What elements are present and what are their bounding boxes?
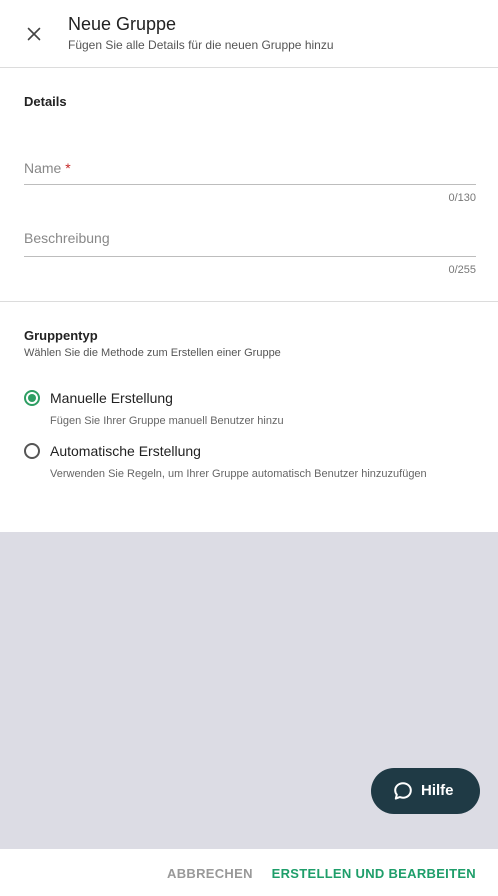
automatic-creation-radio[interactable] — [24, 443, 40, 459]
cancel-button[interactable]: ABBRECHEN — [167, 866, 253, 881]
manual-creation-label[interactable]: Manuelle Erstellung — [50, 390, 173, 406]
automatic-creation-label[interactable]: Automatische Erstellung — [50, 443, 201, 459]
automatic-creation-description: Verwenden Sie Regeln, um Ihrer Gruppe au… — [50, 468, 427, 480]
help-label: Hilfe — [421, 782, 454, 799]
group-type-subtitle: Wählen Sie die Methode zum Erstellen ein… — [24, 347, 281, 359]
panel-header: Neue Gruppe Fügen Sie alle Details für d… — [0, 0, 498, 68]
description-label: Beschreibung — [24, 230, 110, 246]
manual-creation-radio[interactable] — [24, 390, 40, 406]
group-type-title: Gruppentyp — [24, 328, 98, 343]
details-section-title: Details — [24, 94, 67, 109]
create-and-edit-button[interactable]: ERSTELLEN UND BEARBEITEN — [272, 866, 476, 881]
panel-footer: ABBRECHEN ERSTELLEN UND BEARBEITEN — [0, 849, 498, 896]
close-icon — [27, 27, 41, 41]
description-field[interactable]: Beschreibung — [24, 230, 110, 246]
help-button[interactable]: Hilfe — [371, 768, 480, 814]
name-char-counter: 0/130 — [448, 192, 476, 204]
description-field-underline — [24, 256, 476, 257]
manual-creation-description: Fügen Sie Ihrer Gruppe manuell Benutzer … — [50, 415, 284, 427]
section-divider — [0, 301, 498, 302]
page-title: Neue Gruppe — [68, 14, 177, 34]
required-marker: * — [65, 160, 71, 176]
name-field-underline — [24, 184, 476, 185]
description-char-counter: 0/255 — [448, 264, 476, 276]
new-group-panel: Neue Gruppe Fügen Sie alle Details für d… — [0, 0, 498, 532]
page-subtitle: Fügen Sie alle Details für die neuen Gru… — [68, 38, 334, 52]
name-field[interactable]: Name * — [24, 160, 71, 176]
close-button[interactable] — [22, 22, 46, 46]
chat-bubble-icon — [394, 782, 412, 800]
name-label: Name — [24, 160, 62, 176]
